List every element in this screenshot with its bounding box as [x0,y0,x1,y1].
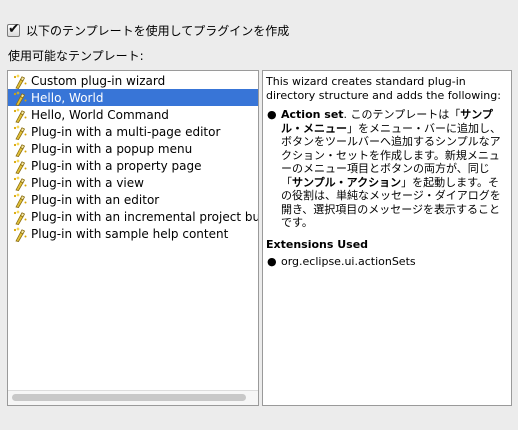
bullet-icon: ● [267,108,277,121]
template-checkbox[interactable]: ✔ [7,21,20,37]
wizard-wand-icon [12,90,28,106]
template-list-item[interactable]: Hello, World [8,89,258,106]
scrollbar-thumb[interactable] [12,394,246,401]
extension-item: ● org.eclipse.ui.actionSets [266,255,507,269]
template-list-item[interactable]: Hello, World Command [8,106,258,123]
template-label: Plug-in with an incremental project buil… [31,209,258,224]
available-templates-label: 使用可能なテンプレート: [8,49,144,63]
templates-list[interactable]: Custom plug-in wizard Hello, World Hello, … [7,70,259,406]
action-set-title: Action set [281,108,344,121]
create-from-template-option[interactable]: ✔ 以下のテンプレートを使用してプラグインを作成 [7,21,290,39]
wizard-wand-icon [12,141,28,157]
template-label: Plug-in with a popup menu [31,141,193,156]
bullet-icon: ● [267,255,277,268]
template-list-item[interactable]: Plug-in with a multi-page editor [8,123,258,140]
template-list-item[interactable]: Plug-in with an incremental project buil… [8,208,258,225]
wizard-wand-icon [12,124,28,140]
template-label: Plug-in with a view [31,175,144,190]
template-label: Plug-in with a multi-page editor [31,124,221,139]
wizard-wand-icon [12,209,28,225]
extension-point-text: org.eclipse.ui.actionSets [281,255,416,268]
sample-action-text: サンプル・アクション [292,175,402,189]
template-list-item[interactable]: Plug-in with a popup menu [8,140,258,157]
template-list-item[interactable]: Plug-in with an editor [8,191,258,208]
template-label: Plug-in with an editor [31,192,160,207]
wizard-wand-icon [12,192,28,208]
description-intro: This wizard creates standard plug-in dir… [266,75,501,102]
template-label: Hello, World [31,90,104,105]
template-list-item[interactable]: Custom plug-in wizard [8,72,258,89]
extensions-heading: Extensions Used [266,237,369,251]
template-label: Hello, World Command [31,107,169,122]
wizard-wand-icon [12,73,28,89]
description-text-1: . このテンプレートは「 [343,108,461,121]
wizard-wand-icon [12,226,28,242]
template-list-item[interactable]: Plug-in with a property page [8,157,258,174]
template-label: Plug-in with a property page [31,158,202,173]
template-label: Custom plug-in wizard [31,73,166,88]
wizard-wand-icon [12,107,28,123]
template-description-panel: This wizard creates standard plug-in dir… [262,70,512,406]
description-item-text: Action set. このテンプレートは「サンプル・メニュー」をメニュー・バー… [281,108,507,230]
horizontal-scrollbar[interactable] [8,390,258,405]
template-list-item[interactable]: Plug-in with a view [8,174,258,191]
wizard-wand-icon [12,158,28,174]
wizard-wand-icon [12,175,28,191]
template-list-item[interactable]: Plug-in with sample help content [8,225,258,242]
template-checkbox-label: 以下のテンプレートを使用してプラグインを作成 [26,24,290,38]
template-label: Plug-in with sample help content [31,226,229,241]
checkmark-icon: ✔ [8,21,20,37]
description-item: ● Action set. このテンプレートは「サンプル・メニュー」をメニュー・… [266,108,507,230]
